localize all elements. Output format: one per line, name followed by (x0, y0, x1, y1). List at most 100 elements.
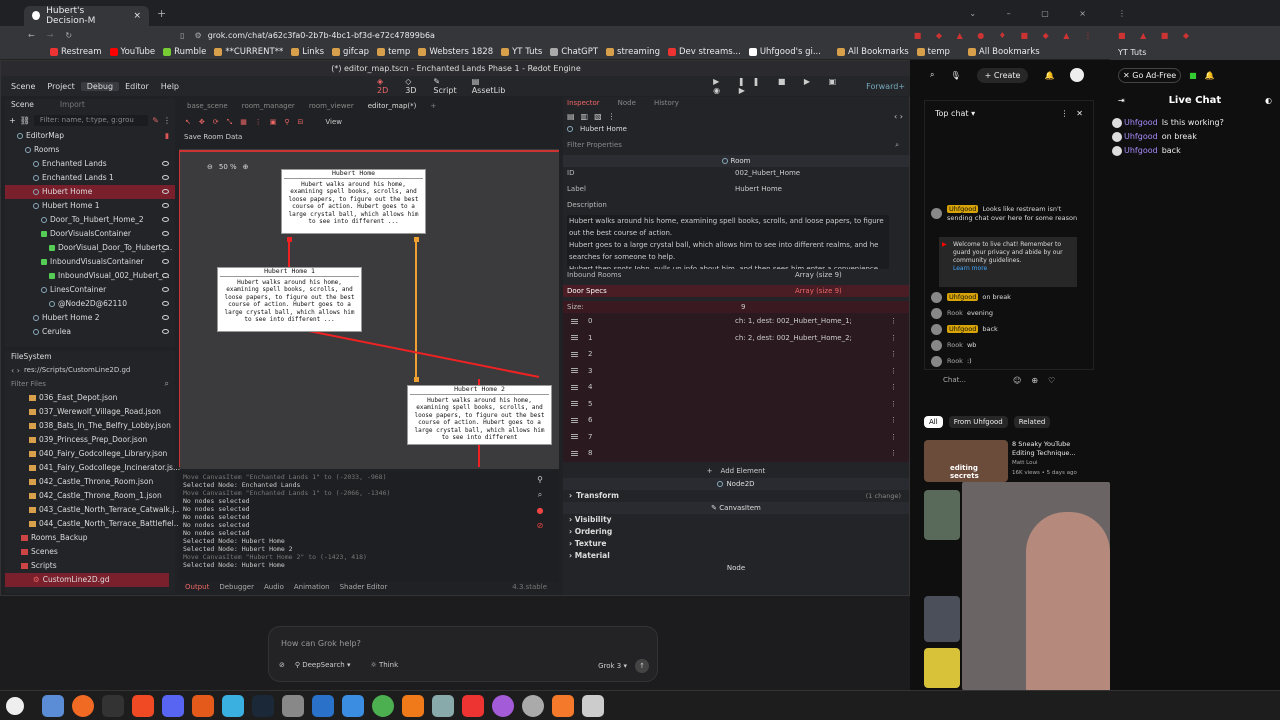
visibility-eye-icon[interactable] (162, 315, 169, 320)
app-icon[interactable] (492, 694, 514, 717)
tree-door-visuals-container[interactable]: DoorVisualsContainer (5, 227, 175, 241)
error-count-icon[interactable]: ● (537, 506, 544, 515)
firefox-icon[interactable] (72, 694, 94, 717)
attach-icon[interactable]: ⊘ (279, 661, 285, 669)
mint-menu-icon[interactable] (6, 696, 24, 715)
room-node-hubert-home[interactable]: Hubert Home Hubert walks around his home… (281, 169, 426, 234)
tab-animation[interactable]: Animation (294, 583, 330, 591)
bell-icon[interactable]: 🔔 (1205, 71, 1215, 80)
filter-all[interactable]: All (924, 416, 943, 428)
app-icon[interactable] (522, 694, 544, 717)
visibility-eye-icon[interactable] (162, 259, 169, 264)
folder-rooms-backup[interactable]: Rooms_Backup (21, 531, 175, 545)
top-chat-select[interactable]: Top chat ▾ (935, 109, 975, 118)
drag-handle-icon[interactable] (571, 318, 578, 324)
bookmark-streaming[interactable]: streaming (606, 47, 660, 57)
grok-prompt-input[interactable]: How can Grok help? (281, 639, 361, 648)
tree-lines-container[interactable]: LinesContainer (5, 283, 175, 297)
brave-icon[interactable] (132, 694, 154, 717)
visibility-eye-icon[interactable] (162, 287, 169, 292)
bookmark-github[interactable]: Uhfgood's gi... (748, 47, 821, 57)
menu-project[interactable]: Project (41, 82, 80, 91)
file-item[interactable]: 038_Bats_In_The_Belfry_Lobby.json (29, 419, 175, 433)
inspector-toolbar-icons[interactable]: ▤▥▧⋮ (567, 112, 622, 121)
visibility-eye-icon[interactable] (162, 301, 169, 306)
tree-inbound-visuals-container[interactable]: InboundVisualsContainer (5, 255, 175, 269)
menu-help[interactable]: Help (155, 82, 185, 91)
mic-icon[interactable]: 🎙 (950, 71, 960, 80)
inbound-rooms-value[interactable]: Array (size 9) (795, 269, 842, 281)
more-icon[interactable]: ⋮ (890, 346, 897, 363)
chat-input[interactable]: Chat... (943, 376, 1003, 384)
workspace-2d[interactable]: ◈ 2D (371, 77, 399, 95)
workspace-assetlib[interactable]: ▤ AssetLib (466, 77, 513, 95)
door-spec-row[interactable]: 4 ⋮ (563, 379, 909, 396)
search-icon[interactable]: ⌕ (165, 379, 169, 389)
more-icon[interactable]: ⋮ (890, 330, 897, 347)
browser-tab[interactable]: Hubert's Decision-M × (24, 5, 149, 26)
scene-tab-room-viewer[interactable]: room_viewer (309, 102, 354, 110)
search-icon[interactable]: ⌕ (930, 70, 934, 80)
document-icon[interactable] (342, 694, 364, 717)
viewport-tools[interactable]: ↖✥⟳⤡▦⋮▣⚲⊟ (185, 118, 311, 127)
tab-history[interactable]: History (654, 99, 679, 107)
close-tab-icon[interactable]: × (133, 11, 141, 21)
file-item[interactable]: 041_Fairy_Godcollege_Incinerator.js... (29, 461, 180, 475)
nav-back-icon[interactable]: ‹ › (11, 366, 20, 375)
fs-path-field[interactable]: res://Scripts/CustomLine2D.gd (24, 366, 130, 374)
bookmark-all-2[interactable]: All Bookmarks (967, 47, 1040, 57)
tree-editormap[interactable]: EditorMap ▮ (5, 129, 175, 143)
url-field[interactable]: grok.com/chat/a62c3fa0-2b7b-4bc1-bf3d-e7… (208, 31, 435, 40)
canvas-viewport[interactable]: ⊖ 50 % ⊕ Hubert Home Hubert walks around… (179, 149, 559, 469)
bookmark-gifcap[interactable]: gifcap (332, 47, 369, 57)
tab-scene[interactable]: Scene (11, 100, 34, 109)
menu-scene[interactable]: Scene (5, 82, 41, 91)
menu-icon[interactable]: ⇥ (1118, 96, 1125, 105)
mail-icon[interactable] (432, 694, 454, 717)
script-icon[interactable]: ▮ (165, 129, 169, 143)
bell-icon[interactable]: 🔔 (1044, 71, 1054, 80)
warning-count-icon[interactable]: ⊘ (537, 521, 544, 530)
file-item[interactable]: 037_Werewolf_Village_Road.json (29, 405, 175, 419)
file-item[interactable]: 039_Princess_Prep_Door.json (29, 433, 175, 447)
tab-audio[interactable]: Audio (264, 583, 284, 591)
think-button[interactable]: ☼ Think (370, 661, 398, 669)
filter-from-uhfgood[interactable]: From Uhfgood (948, 416, 1008, 428)
array-size-row[interactable]: Size: 9 (563, 301, 909, 313)
door-spec-row[interactable]: 1 ch: 2, dest: 002_Hubert_Home_2; ⋮ (563, 330, 909, 347)
view-menu[interactable]: View (325, 118, 342, 126)
file-customline2d[interactable]: ⚙ CustomLine2D.gd (5, 573, 169, 587)
drag-handle-icon[interactable] (571, 434, 578, 439)
more-icon[interactable]: ⋮ (890, 363, 897, 380)
prop-id-value[interactable]: 002_Hubert_Home (735, 167, 800, 179)
tab-import[interactable]: Import (60, 100, 85, 109)
prop-inbound-rooms[interactable]: Inbound Rooms Array (size 9) (563, 269, 909, 281)
door-spec-row[interactable]: 3 ⋮ (563, 363, 909, 380)
menu-debug[interactable]: Debug (80, 81, 120, 91)
video-recommendation[interactable]: editing secrets 8 Sneaky YouTube Editing… (924, 440, 1094, 482)
history-nav-icons[interactable]: ‹ › (894, 112, 903, 121)
play-controls[interactable]: ▶ ❚❚ ■ ▶ ▣ ◉ ▶ (713, 77, 860, 95)
visibility-eye-icon[interactable] (162, 203, 169, 208)
discord-icon[interactable] (162, 694, 184, 717)
door-spec-row[interactable]: 2 ⋮ (563, 346, 909, 363)
scene-tab-base[interactable]: base_scene (187, 102, 228, 110)
door-spec-row[interactable]: 7 ⋮ (563, 429, 909, 446)
extension-icons[interactable]: ■ ◆ ▲ ● ♦ ■ ◆ ▲ ⋮ (914, 31, 1098, 40)
app-icon[interactable] (192, 694, 214, 717)
reload-icon[interactable]: ↻ (65, 31, 72, 40)
send-button[interactable]: ↑ (635, 659, 649, 673)
tree-enchanted-lands-1[interactable]: Enchanted Lands 1 (5, 171, 175, 185)
bookmark-dev-streams[interactable]: Dev streams... (667, 47, 741, 57)
bookmark-yt-tuts[interactable]: YT Tuts (501, 47, 542, 57)
more-icon[interactable]: ⋮ (890, 429, 897, 446)
filter-output-icon[interactable]: ⌕ (538, 490, 542, 500)
media-icon[interactable] (402, 694, 424, 717)
more-icon[interactable]: ⋮ (890, 396, 897, 413)
section-transform[interactable]: › Transform (1 change) (563, 490, 909, 502)
bookmark-temp[interactable]: temp (377, 47, 410, 57)
visibility-eye-icon[interactable] (162, 161, 169, 166)
drag-handle-icon[interactable] (571, 417, 578, 423)
visibility-eye-icon[interactable] (162, 175, 169, 180)
steam-icon[interactable] (252, 694, 274, 717)
